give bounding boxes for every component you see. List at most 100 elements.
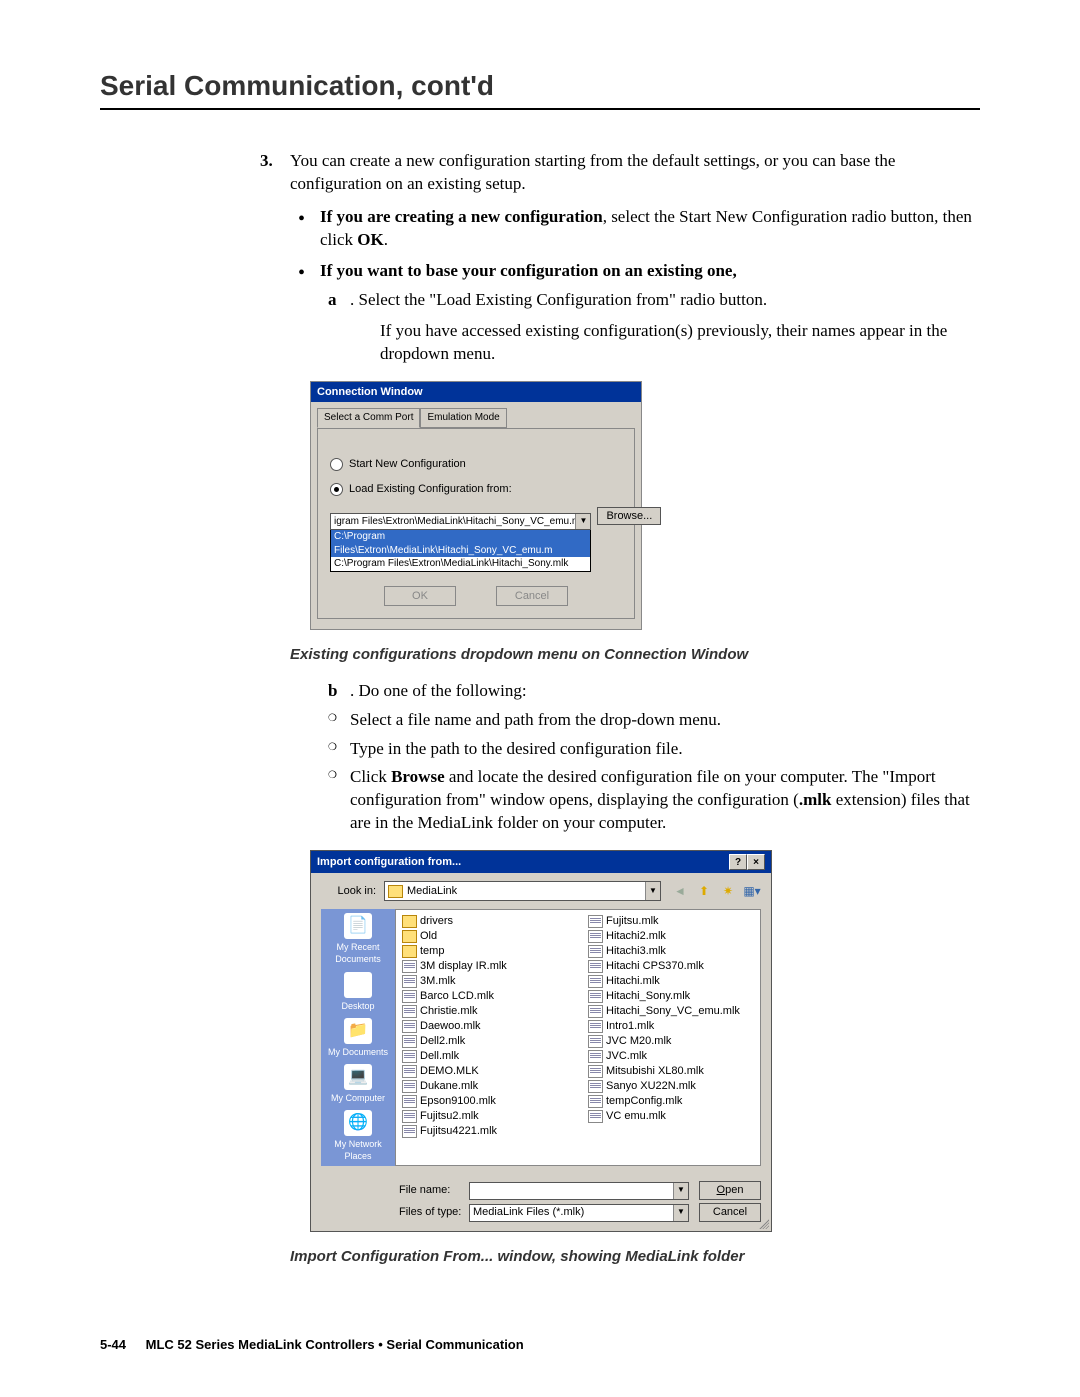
open-button[interactable]: Open bbox=[699, 1181, 761, 1200]
folder-item[interactable]: drivers bbox=[402, 914, 568, 929]
folder-icon bbox=[402, 930, 417, 943]
cancel-button[interactable]: Cancel bbox=[496, 586, 568, 607]
config-path-dropdown-list[interactable]: C:\Program Files\Extron\MediaLink\Hitach… bbox=[330, 530, 591, 572]
page-title: Serial Communication, cont'd bbox=[100, 70, 980, 110]
file-icon bbox=[588, 1035, 603, 1048]
file-item[interactable]: Daewoo.mlk bbox=[402, 1019, 568, 1034]
step-number: 3. bbox=[260, 150, 285, 173]
file-item[interactable]: Fujitsu2.mlk bbox=[402, 1109, 568, 1124]
file-item[interactable]: Hitachi.mlk bbox=[588, 974, 754, 989]
up-one-level-icon[interactable]: ⬆ bbox=[695, 882, 713, 900]
radio-icon bbox=[330, 458, 343, 471]
place-desktop[interactable]: 🖥Desktop bbox=[341, 972, 374, 1012]
place-icon: 🖥 bbox=[344, 972, 372, 998]
place-my-computer[interactable]: 💻My Computer bbox=[331, 1064, 385, 1104]
file-item[interactable]: Christie.mlk bbox=[402, 1004, 568, 1019]
file-item[interactable]: Hitachi_Sony.mlk bbox=[588, 989, 754, 1004]
file-icon bbox=[588, 990, 603, 1003]
place-icon: 📄 bbox=[344, 913, 372, 939]
resize-grip-icon[interactable] bbox=[757, 1217, 769, 1229]
file-item[interactable]: JVC.mlk bbox=[588, 1049, 754, 1064]
file-name-input[interactable]: ▼ bbox=[469, 1182, 689, 1200]
step-3: 3. You can create a new configuration st… bbox=[290, 150, 980, 196]
substep-a: a . Select the "Load Existing Configurat… bbox=[350, 289, 980, 366]
file-icon bbox=[402, 1065, 417, 1078]
folder-item[interactable]: Old bbox=[402, 929, 568, 944]
file-icon bbox=[588, 1065, 603, 1078]
back-icon[interactable]: ◄ bbox=[671, 882, 689, 900]
file-icon bbox=[588, 1020, 603, 1033]
connection-window-screenshot: Connection Window Select a Comm Port Emu… bbox=[310, 381, 642, 631]
file-icon bbox=[402, 975, 417, 988]
file-item[interactable]: DEMO.MLK bbox=[402, 1064, 568, 1079]
file-icon bbox=[588, 930, 603, 943]
chevron-down-icon[interactable]: ▼ bbox=[575, 514, 590, 530]
tab-select-comm-port[interactable]: Select a Comm Port bbox=[317, 408, 420, 428]
file-item[interactable]: Dell.mlk bbox=[402, 1049, 568, 1064]
file-item[interactable]: VC emu.mlk bbox=[588, 1109, 754, 1124]
file-item[interactable]: Fujitsu4221.mlk bbox=[402, 1124, 568, 1139]
places-bar: 📄My Recent Documents 🖥Desktop 📁My Document… bbox=[321, 909, 395, 1166]
radio-start-new[interactable]: Start New Configuration bbox=[330, 457, 622, 472]
files-of-type-label: Files of type: bbox=[399, 1205, 469, 1220]
file-item[interactable]: Dell2.mlk bbox=[402, 1034, 568, 1049]
bullet-existing-config: • If you want to base your configuration… bbox=[320, 260, 980, 366]
views-icon[interactable]: ▦▾ bbox=[743, 882, 761, 900]
place-icon: 📁 bbox=[344, 1018, 372, 1044]
caption-import-dialog: Import Configuration From... window, sho… bbox=[290, 1247, 980, 1267]
file-icon bbox=[402, 1005, 417, 1018]
file-item[interactable]: 3M display IR.mlk bbox=[402, 959, 568, 974]
file-item[interactable]: Intro1.mlk bbox=[588, 1019, 754, 1034]
file-icon bbox=[402, 1020, 417, 1033]
file-item[interactable]: Epson9100.mlk bbox=[402, 1094, 568, 1109]
file-item[interactable]: Barco LCD.mlk bbox=[402, 989, 568, 1004]
place-icon: 🌐 bbox=[344, 1110, 372, 1136]
file-item[interactable]: Hitachi3.mlk bbox=[588, 944, 754, 959]
file-item[interactable]: Fujitsu.mlk bbox=[588, 914, 754, 929]
file-item[interactable]: 3M.mlk bbox=[402, 974, 568, 989]
place-my-documents[interactable]: 📁My Documents bbox=[328, 1018, 388, 1058]
option-click-browse: ❍ Click Browse and locate the desired co… bbox=[350, 766, 980, 835]
file-item[interactable]: Mitsubishi XL80.mlk bbox=[588, 1064, 754, 1079]
ok-button[interactable]: OK bbox=[384, 586, 456, 607]
file-item[interactable]: JVC M20.mlk bbox=[588, 1034, 754, 1049]
file-item[interactable]: Hitachi CPS370.mlk bbox=[588, 959, 754, 974]
chevron-down-icon[interactable]: ▼ bbox=[673, 1205, 688, 1221]
file-icon bbox=[402, 1035, 417, 1048]
file-item[interactable]: Dukane.mlk bbox=[402, 1079, 568, 1094]
folder-item[interactable]: temp bbox=[402, 944, 568, 959]
look-in-combo[interactable]: MediaLink ▼ bbox=[384, 881, 661, 901]
radio-load-existing[interactable]: Load Existing Configuration from: bbox=[330, 482, 622, 497]
import-configuration-dialog: Import configuration from... ? × Look in… bbox=[310, 850, 772, 1232]
file-item[interactable]: Hitachi2.mlk bbox=[588, 929, 754, 944]
folder-icon bbox=[388, 885, 403, 898]
substep-b: b . Do one of the following: bbox=[350, 680, 980, 703]
tab-emulation-mode[interactable]: Emulation Mode bbox=[420, 408, 506, 428]
radio-icon-selected bbox=[330, 483, 343, 496]
close-icon[interactable]: × bbox=[747, 854, 765, 870]
bullet-new-config: • If you are creating a new configuratio… bbox=[320, 206, 980, 252]
folder-icon bbox=[402, 915, 417, 928]
file-item[interactable]: Sanyo XU22N.mlk bbox=[588, 1079, 754, 1094]
file-icon bbox=[588, 945, 603, 958]
cancel-button[interactable]: Cancel bbox=[699, 1203, 761, 1222]
chevron-down-icon[interactable]: ▼ bbox=[645, 882, 660, 900]
place-my-recent-documents[interactable]: 📄My Recent Documents bbox=[323, 913, 393, 965]
help-icon[interactable]: ? bbox=[729, 854, 747, 870]
file-icon bbox=[588, 960, 603, 973]
file-icon bbox=[588, 975, 603, 988]
file-icon bbox=[588, 1080, 603, 1093]
file-icon bbox=[402, 1095, 417, 1108]
file-icon bbox=[402, 1080, 417, 1093]
files-of-type-combo[interactable]: MediaLink Files (*.mlk) ▼ bbox=[469, 1204, 689, 1222]
option-type-path: ❍Type in the path to the desired configu… bbox=[350, 738, 980, 761]
file-item[interactable]: tempConfig.mlk bbox=[588, 1094, 754, 1109]
place-my-network-places[interactable]: 🌐My Network Places bbox=[323, 1110, 393, 1162]
caption-connection-window: Existing configurations dropdown menu on… bbox=[290, 645, 980, 665]
file-item[interactable]: Hitachi_Sony_VC_emu.mlk bbox=[588, 1004, 754, 1019]
file-list[interactable]: driversOldtemp3M display IR.mlk3M.mlkBar… bbox=[395, 909, 761, 1166]
chevron-down-icon[interactable]: ▼ bbox=[673, 1183, 688, 1199]
new-folder-icon[interactable]: ✷ bbox=[719, 882, 737, 900]
config-path-combo[interactable]: igram Files\Extron\MediaLink\Hitachi_Son… bbox=[330, 513, 591, 531]
browse-button[interactable]: Browse... bbox=[597, 507, 661, 526]
